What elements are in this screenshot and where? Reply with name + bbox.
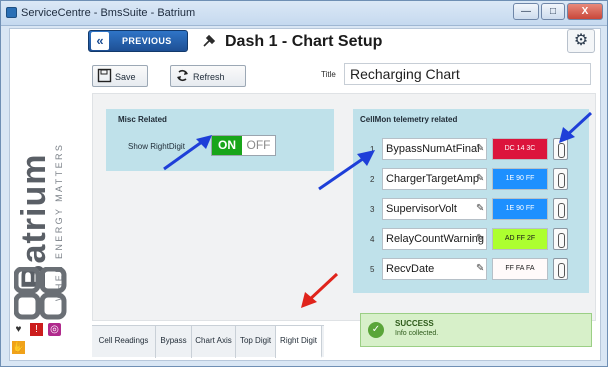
arrow-annotation-icon [559, 111, 593, 143]
app-icon [6, 7, 17, 18]
title-label: Title [321, 70, 336, 79]
magic-wand-icon[interactable]: ✎ [476, 233, 484, 244]
minimize-button[interactable]: — [513, 3, 539, 20]
refresh-icon [177, 69, 188, 82]
double-chevron-left-icon: « [91, 32, 109, 50]
save-label: Save [115, 72, 136, 82]
tab-bypass[interactable]: Bypass [156, 326, 192, 358]
gear-icon[interactable]: ⚙ [567, 29, 595, 53]
settings-badge-icon[interactable]: ◎ [48, 323, 61, 336]
color-swatch[interactable]: FF FA FA [492, 258, 548, 280]
magic-wand-icon[interactable]: ✎ [476, 203, 484, 214]
status-message: Info collected. [395, 330, 439, 337]
row-number: 3 [370, 205, 375, 214]
telemetry-field-input[interactable]: RecvDate [382, 258, 487, 280]
tab-right-digit[interactable]: Right Digit [276, 326, 322, 358]
arrow-annotation-icon [301, 272, 339, 308]
tab-cell-readings[interactable]: Cell Readings [92, 326, 156, 358]
pin-icon [203, 34, 216, 47]
close-button[interactable]: X [567, 3, 603, 20]
row-number: 5 [370, 265, 375, 274]
color-swatch[interactable]: AD FF 2F [492, 228, 548, 250]
batrium-chain-logo-icon [14, 267, 67, 320]
maximize-button[interactable]: □ [541, 3, 565, 20]
telemetry-field-input[interactable]: SupervisorVolt [382, 198, 487, 220]
color-picker-icon[interactable] [553, 168, 568, 190]
color-swatch[interactable]: 1E 90 FF [492, 198, 548, 220]
telemetry-field-input[interactable]: BypassNumAtFinal [382, 138, 487, 160]
refresh-label: Refresh [193, 72, 225, 82]
arrow-annotation-icon [318, 150, 375, 191]
logo-tagline: WHEN ENERGY MATTERS [54, 142, 64, 301]
color-picker-icon[interactable] [553, 198, 568, 220]
heart-icon[interactable]: ♥ [12, 323, 25, 336]
hand-icon[interactable]: ✋ [12, 341, 25, 354]
color-picker-icon[interactable] [553, 258, 568, 280]
cellmon-heading: CellMon telemetry related [360, 115, 458, 124]
color-picker-icon[interactable] [553, 228, 568, 250]
magic-wand-icon[interactable]: ✎ [476, 173, 484, 184]
color-swatch[interactable]: 1E 90 FF [492, 168, 548, 190]
show-right-digit-toggle[interactable]: ON OFF [211, 135, 276, 156]
telemetry-field-input[interactable]: ChargerTargetAmp [382, 168, 487, 190]
previous-label: PREVIOUS [122, 36, 172, 46]
alert-person-icon[interactable]: ! [30, 323, 43, 336]
telemetry-field-input[interactable]: RelayCountWarning [382, 228, 487, 250]
check-icon: ✓ [368, 322, 384, 338]
main-client-area: « PREVIOUS Dash 1 - Chart Setup ⚙ Save R… [9, 28, 601, 361]
tab-chart-axis[interactable]: Chart Axis [192, 326, 236, 358]
color-swatch[interactable]: DC 14 3C [492, 138, 548, 160]
chart-title-input[interactable]: Recharging Chart [344, 63, 591, 85]
tab-bar: Cell Readings Bypass Chart Axis Top Digi… [92, 325, 324, 358]
row-number: 4 [370, 235, 375, 244]
status-title: SUCCESS [395, 319, 434, 328]
page-title: Dash 1 - Chart Setup [225, 33, 383, 50]
app-window: ServiceCentre - BmsSuite - Batrium — □ X… [0, 0, 608, 367]
title-bar: ServiceCentre - BmsSuite - Batrium — □ X [1, 1, 607, 26]
magic-wand-icon[interactable]: ✎ [476, 263, 484, 274]
status-banner: ✓ SUCCESS Info collected. [360, 313, 592, 347]
tab-top-digit[interactable]: Top Digit [236, 326, 276, 358]
window-title: ServiceCentre - BmsSuite - Batrium [21, 7, 196, 19]
refresh-button[interactable]: Refresh [170, 65, 246, 87]
magic-wand-icon[interactable]: ✎ [476, 143, 484, 154]
side-icons: ♥ ! ◎ ✋ [12, 323, 82, 361]
save-button[interactable]: Save [92, 65, 148, 87]
previous-button[interactable]: « PREVIOUS [88, 30, 188, 52]
save-icon [97, 68, 112, 83]
misc-heading: Misc Related [118, 115, 167, 124]
arrow-annotation-icon [163, 135, 212, 171]
batrium-logo-text: Batrium [15, 153, 53, 289]
toggle-off[interactable]: OFF [242, 136, 275, 155]
